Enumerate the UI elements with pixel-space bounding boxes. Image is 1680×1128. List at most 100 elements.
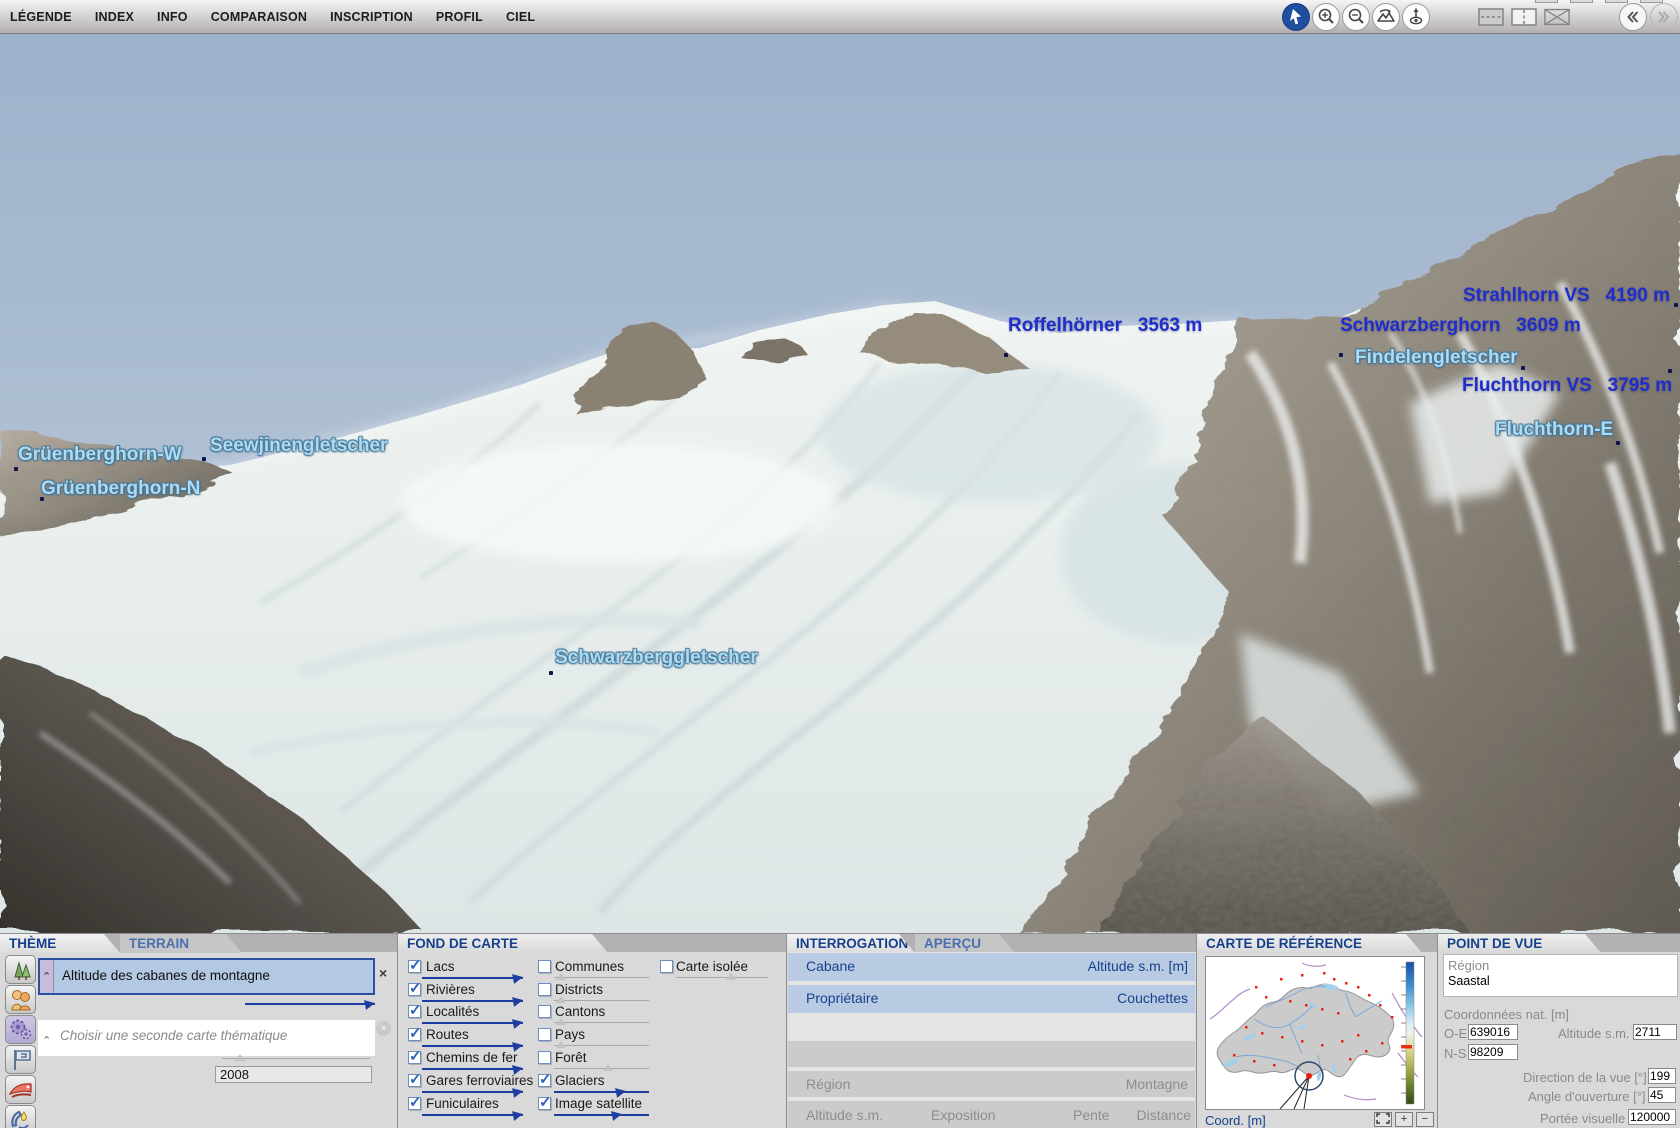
checkbox-gares[interactable] [408,1074,421,1087]
collapse-right-icon[interactable] [1650,3,1678,31]
secondary-theme-clear-icon[interactable]: × [376,1021,391,1036]
map-label-schwarzberggletscher: Schwarzberggletscher [555,647,758,669]
map-label-schwarzberghorn: Schwarzberghorn 3609 m [1340,315,1581,337]
map-label-findelengletscher: Findelengletscher [1355,347,1518,369]
slider-funiculaires[interactable] [422,1110,523,1120]
split-horizontal-icon[interactable] [1478,8,1504,26]
menu-inscription[interactable]: INSCRIPTION [330,10,413,24]
viewpoint-up-icon[interactable] [1402,3,1430,31]
view-direction-input[interactable] [1648,1068,1676,1084]
year-input[interactable] [215,1066,372,1083]
interrogation-panel: INTERROGATION APERÇU Cabane Altitude s.m… [786,933,1196,1128]
reference-map-panel: CARTE DE RÉFÉRENCE [1196,933,1437,1128]
fit-extent-icon [1376,1113,1390,1124]
primary-theme-value: Altitude des cabanes de montagne [62,968,270,983]
pan-terrain-icon[interactable] [1372,3,1400,31]
menu-info[interactable]: INFO [157,10,188,24]
transport-icon [6,1076,35,1103]
theme-category-nature-button[interactable] [5,955,36,984]
menu-ciel[interactable]: CIEL [506,10,535,24]
state-icon [6,1046,35,1073]
checkbox-foret[interactable] [538,1051,551,1064]
slider-pays[interactable] [554,1040,649,1050]
slider-cantons[interactable] [554,1017,649,1027]
slider-foret[interactable] [554,1063,649,1073]
map-label-roffelhorner: Roffelhörner 3563 m [1008,315,1202,337]
tab-interrogation[interactable]: INTERROGATION [787,934,915,953]
reference-map[interactable] [1205,956,1425,1110]
theme-category-economy-button[interactable] [5,1015,36,1044]
primary-theme-close-icon[interactable]: × [379,965,387,981]
checkbox-lacs[interactable] [408,960,421,973]
slider-carte-isolee[interactable] [676,972,768,982]
oe-input[interactable] [1468,1024,1518,1040]
primary-theme-dropdown[interactable]: Altitude des cabanes de montagne [38,958,375,995]
label-gares: Gares ferroviaires [426,1073,533,1088]
dropdown-grip-icon[interactable] [40,960,54,993]
query-exposition-col: Exposition [931,1107,996,1123]
terrain-3d-view[interactable]: Strahlhorn VS 4190 m Roffelhörner 3563 m… [0,33,1680,933]
theme-category-society-button[interactable] [5,985,36,1014]
checkbox-districts[interactable] [538,983,551,996]
zoom-out-icon[interactable] [1342,3,1370,31]
year-slider[interactable] [222,1053,370,1063]
collapse-left-icon[interactable] [1619,3,1647,31]
reference-map-title: CARTE DE RÉFÉRENCE [1197,934,1422,953]
primary-theme-slider[interactable] [245,999,375,1009]
map-label-gruenberghorn-w: Grüenberghorn-W [18,444,182,466]
map-fit-button[interactable] [1374,1112,1392,1127]
navigate-pointer-icon[interactable] [1282,3,1310,31]
checkbox-glaciers[interactable] [538,1074,551,1087]
zoom-in-icon[interactable] [1312,3,1340,31]
query-proprietaire-label: Propriétaire [806,990,878,1006]
theme-category-transport-button[interactable] [5,1075,36,1104]
menu-comparaison[interactable]: COMPARAISON [211,10,307,24]
split-vertical-icon[interactable] [1511,8,1537,26]
query-row-cabane: Cabane Altitude s.m. [m] [788,953,1195,981]
viewpoint-title: POINT DE VUE [1438,934,1601,953]
visual-range-input[interactable] [1628,1109,1676,1125]
tab-terrain[interactable]: TERRAIN [120,934,242,953]
theme-panel: THÈME TERRAIN Altitud [0,933,397,1128]
checkbox-funiculaires[interactable] [408,1097,421,1110]
ns-input[interactable] [1468,1044,1518,1060]
coord-readout-label: Coord. [m] [1205,1113,1266,1128]
secondary-theme-placeholder: Choisir une seconde carte thématique [60,1028,287,1043]
query-cabane-label: Cabane [806,958,855,974]
query-row-columns: Altitude s.m. Exposition Pente Distance [788,1101,1195,1128]
menu-profil[interactable]: PROFIL [436,10,483,24]
checkbox-rivieres[interactable] [408,983,421,996]
theme-category-state-button[interactable] [5,1045,36,1074]
menu-index[interactable]: INDEX [95,10,134,24]
menu-legende[interactable]: LÉGENDE [10,10,72,24]
checkbox-carte-isolee[interactable] [660,960,673,973]
slider-image-satellite[interactable] [554,1110,649,1120]
label-chemins-de-fer: Chemins de fer [426,1050,518,1065]
altitude-input[interactable] [1633,1024,1677,1040]
ns-label: N-S [1444,1046,1466,1061]
checkbox-image-satellite[interactable] [538,1097,551,1110]
tab-apercu[interactable]: APERÇU [915,934,1015,953]
poi-marker [1521,366,1525,370]
oe-label: O-E [1444,1026,1467,1041]
aperture-angle-input[interactable] [1648,1087,1676,1103]
checkbox-pays[interactable] [538,1028,551,1041]
bottom-control-bar: THÈME TERRAIN Altitud [0,933,1680,1128]
checkbox-cantons[interactable] [538,1005,551,1018]
map-label-gruenberghorn-n: Grüenberghorn-N [41,478,200,500]
tab-theme[interactable]: THÈME [0,934,120,953]
checkbox-routes[interactable] [408,1028,421,1041]
close-view-icon[interactable] [1544,8,1570,26]
map-zoom-in-button[interactable]: + [1395,1112,1413,1127]
checkbox-chemins-de-fer[interactable] [408,1051,421,1064]
secondary-theme-dropdown[interactable]: Choisir une seconde carte thématique [38,1020,375,1056]
basemap-panel: FOND DE CARTE Lacs Rivières Localités Ro… [397,933,786,1128]
theme-category-energy-button[interactable] [5,1105,36,1128]
checkbox-localites[interactable] [408,1005,421,1018]
map-zoom-out-button[interactable]: − [1416,1112,1434,1127]
map-label-strahlhorn: Strahlhorn VS 4190 m [1463,285,1670,307]
atlas-3d-application: LÉGENDE INDEX INFO COMPARAISON INSCRIPTI… [0,0,1680,1128]
checkbox-communes[interactable] [538,960,551,973]
slider-communes[interactable] [554,972,649,982]
terrain-render [0,33,1680,933]
